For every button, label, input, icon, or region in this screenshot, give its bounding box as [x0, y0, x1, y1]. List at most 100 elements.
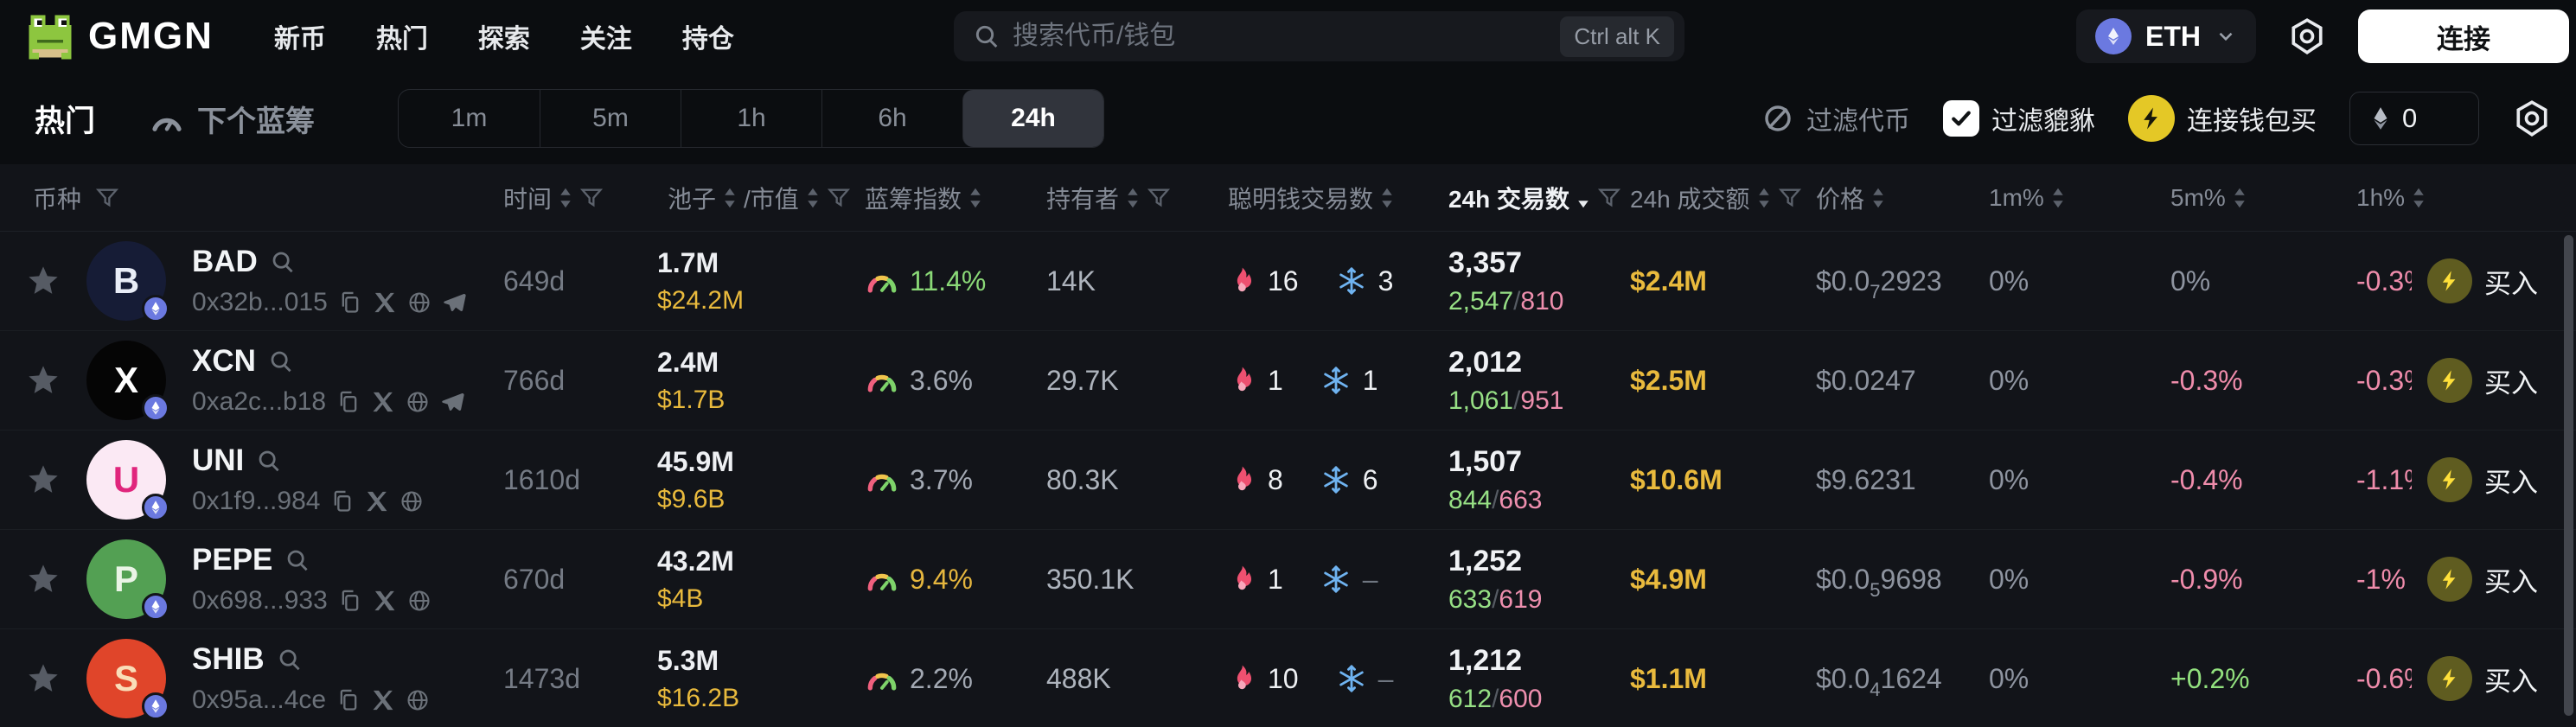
copy-icon[interactable] — [338, 290, 362, 315]
settings-icon[interactable] — [2287, 16, 2327, 56]
filter-honeypot-toggle[interactable]: 过滤貔貅 — [1943, 99, 2095, 137]
funnel-icon[interactable] — [1778, 186, 1802, 210]
token-address[interactable]: 0xa2c...b18 — [192, 387, 326, 417]
header-price[interactable]: 价格 — [1816, 181, 1989, 215]
header-volume-24h[interactable]: 24h 成交额 — [1630, 181, 1816, 215]
header-pool-mcap[interactable]: 池子 /市值 — [657, 181, 865, 215]
vertical-scrollbar[interactable] — [2564, 235, 2573, 716]
token-name[interactable]: XCN — [192, 344, 256, 379]
sort-icon[interactable] — [806, 187, 820, 209]
sort-icon[interactable] — [2051, 187, 2065, 209]
sort-icon[interactable] — [2412, 187, 2426, 209]
honeypot-checkbox[interactable] — [1943, 100, 1979, 137]
sort-desc-icon[interactable] — [1576, 187, 1590, 209]
star-icon[interactable] — [26, 462, 61, 497]
buy-button[interactable]: 买入 — [2412, 530, 2538, 628]
chain-selector[interactable]: ETH — [2076, 10, 2256, 63]
nav-holdings[interactable]: 持仓 — [682, 17, 734, 55]
header-bluechip[interactable]: 蓝筹指数 — [865, 181, 1046, 215]
globe-icon[interactable] — [406, 688, 430, 712]
sort-icon[interactable] — [2233, 187, 2247, 209]
search-bar[interactable]: Ctrl alt K — [954, 11, 1684, 61]
buy-button[interactable]: 买入 — [2412, 232, 2538, 330]
nav-new-pairs[interactable]: 新币 — [274, 17, 326, 55]
x-twitter-icon[interactable] — [371, 390, 395, 414]
token-address[interactable]: 0x95a...4ce — [192, 686, 326, 715]
table-settings-icon[interactable] — [2512, 99, 2552, 138]
header-token[interactable]: 币种 — [0, 181, 493, 215]
search-input[interactable] — [1013, 22, 1560, 51]
token-address[interactable]: 0x32b...015 — [192, 288, 328, 317]
buy-button[interactable]: 买入 — [2412, 430, 2538, 529]
nav-trending[interactable]: 热门 — [376, 17, 428, 55]
token-name[interactable]: PEPE — [192, 543, 272, 577]
timeframe-5m[interactable]: 5m — [540, 90, 681, 147]
sort-icon[interactable] — [1380, 187, 1394, 209]
buy-button[interactable]: 买入 — [2412, 629, 2538, 727]
star-icon[interactable] — [26, 562, 61, 596]
telegram-icon[interactable] — [442, 290, 466, 315]
timeframe-1h[interactable]: 1h — [681, 90, 821, 147]
x-twitter-icon[interactable] — [373, 290, 397, 315]
token-search-icon[interactable] — [270, 249, 296, 275]
txs-buys: 633 — [1448, 585, 1492, 614]
funnel-icon[interactable] — [579, 186, 604, 210]
star-icon[interactable] — [26, 264, 61, 298]
star-icon[interactable] — [26, 661, 61, 696]
funnel-icon[interactable] — [1147, 186, 1171, 210]
sort-icon[interactable] — [968, 187, 982, 209]
funnel-icon[interactable] — [95, 186, 119, 210]
header-1h[interactable]: 1h% — [2356, 184, 2576, 212]
tab-next-bluechip[interactable]: 下个蓝筹 — [149, 98, 315, 140]
amount-input[interactable]: 0 — [2349, 92, 2479, 145]
telegram-icon[interactable] — [440, 390, 464, 414]
sort-icon[interactable] — [1757, 187, 1771, 209]
funnel-icon[interactable] — [827, 186, 851, 210]
flame-icon — [1228, 564, 1256, 595]
buy-button[interactable]: 买入 — [2412, 331, 2538, 430]
copy-icon[interactable] — [336, 390, 361, 414]
connect-button[interactable]: 连接 — [2358, 10, 2569, 63]
funnel-icon[interactable] — [1597, 186, 1621, 210]
timeframe-6h[interactable]: 6h — [821, 90, 962, 147]
token-name[interactable]: UNI — [192, 443, 244, 478]
token-name[interactable]: SHIB — [192, 642, 265, 677]
nav-follow[interactable]: 关注 — [580, 17, 632, 55]
filter-tokens-toggle[interactable]: 过滤代币 — [1761, 99, 1910, 137]
timeframe-1m[interactable]: 1m — [399, 90, 540, 147]
globe-icon[interactable] — [407, 589, 431, 613]
token-address[interactable]: 0x698...933 — [192, 586, 328, 615]
header-holders[interactable]: 持有者 — [1046, 181, 1228, 215]
globe-icon[interactable] — [400, 489, 424, 513]
token-name[interactable]: BAD — [192, 245, 258, 279]
copy-icon[interactable] — [338, 589, 362, 613]
header-smart-txs[interactable]: 聪明钱交易数 — [1228, 181, 1448, 215]
header-1m[interactable]: 1m% — [1989, 184, 2170, 212]
sort-icon[interactable] — [1126, 187, 1140, 209]
tab-hot[interactable]: 热门 — [35, 97, 95, 141]
connect-wallet-buy[interactable]: 连接钱包买 — [2128, 95, 2317, 142]
token-search-icon[interactable] — [277, 647, 303, 673]
globe-icon[interactable] — [406, 390, 430, 414]
header-txs-24h[interactable]: 24h 交易数 — [1448, 181, 1630, 215]
gmgn-logo[interactable]: GMGN — [24, 10, 214, 62]
sort-icon[interactable] — [1871, 187, 1885, 209]
nav-discover[interactable]: 探索 — [478, 17, 530, 55]
sort-icon[interactable] — [559, 187, 572, 209]
copy-icon[interactable] — [336, 688, 361, 712]
lightning-icon — [2427, 358, 2472, 403]
globe-icon[interactable] — [407, 290, 431, 315]
token-search-icon[interactable] — [256, 448, 282, 474]
copy-icon[interactable] — [330, 489, 355, 513]
x-twitter-icon[interactable] — [373, 589, 397, 613]
timeframe-24h[interactable]: 24h — [962, 90, 1103, 147]
token-address[interactable]: 0x1f9...984 — [192, 487, 320, 516]
token-search-icon[interactable] — [268, 348, 294, 374]
token-search-icon[interactable] — [284, 547, 310, 573]
star-icon[interactable] — [26, 363, 61, 398]
header-age[interactable]: 时间 — [493, 181, 657, 215]
x-twitter-icon[interactable] — [371, 688, 395, 712]
x-twitter-icon[interactable] — [365, 489, 389, 513]
sort-icon[interactable] — [723, 187, 737, 209]
header-5m[interactable]: 5m% — [2170, 184, 2356, 212]
